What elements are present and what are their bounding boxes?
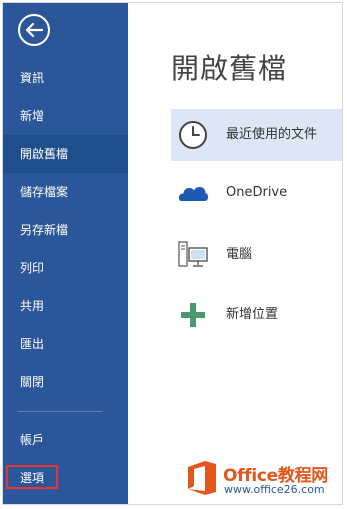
location-recent-label: 最近使用的文件	[226, 127, 318, 142]
computer-icon	[178, 241, 208, 267]
watermark: Office教程网 www.office26.com	[185, 455, 345, 501]
plus-icon	[181, 303, 205, 327]
backstage-sidebar: 資訊 新增 開啟舊檔 儲存檔案 另存新檔 列印 共用 匯出 關閉 帳戶 選項	[3, 3, 128, 504]
nav-item-save-as[interactable]: 另存新檔	[3, 211, 128, 249]
cloud-icon	[179, 187, 208, 201]
nav-item-account[interactable]: 帳戶	[3, 421, 128, 459]
nav-item-share[interactable]: 共用	[3, 287, 128, 325]
back-button[interactable]	[17, 13, 51, 47]
location-add-place-label: 新增位置	[226, 307, 279, 322]
location-computer[interactable]: 電腦	[171, 229, 342, 281]
watermark-url: www.office26.com	[224, 483, 325, 496]
office-logo-icon	[188, 461, 216, 495]
location-computer-label: 電腦	[226, 247, 253, 262]
nav-item-info[interactable]: 資訊	[3, 59, 128, 97]
highlight-box	[6, 465, 58, 489]
nav-item-options[interactable]: 選項	[3, 459, 128, 497]
location-onedrive-label: OneDrive	[226, 185, 288, 200]
page-title: 開啟舊檔	[171, 52, 288, 85]
main-panel: 開啟舊檔 最近使用的文件 OneDrive 電腦 新增位置	[128, 3, 342, 504]
backstage-window: 資訊 新增 開啟舊檔 儲存檔案 另存新檔 列印 共用 匯出 關閉 帳戶 選項 開…	[2, 2, 343, 505]
location-add-place[interactable]: 新增位置	[171, 289, 342, 341]
nav-item-close[interactable]: 關閉	[3, 363, 128, 401]
nav-item-export[interactable]: 匯出	[3, 325, 128, 363]
nav-item-print[interactable]: 列印	[3, 249, 128, 287]
nav-item-open[interactable]: 開啟舊檔	[3, 135, 128, 173]
location-onedrive[interactable]: OneDrive	[171, 167, 342, 219]
nav-item-new[interactable]: 新增	[3, 97, 128, 135]
location-recent[interactable]: 最近使用的文件	[171, 109, 342, 161]
back-arrow-icon	[18, 14, 50, 46]
clock-icon	[179, 121, 207, 149]
nav-item-save[interactable]: 儲存檔案	[3, 173, 128, 211]
nav-divider	[18, 411, 102, 412]
